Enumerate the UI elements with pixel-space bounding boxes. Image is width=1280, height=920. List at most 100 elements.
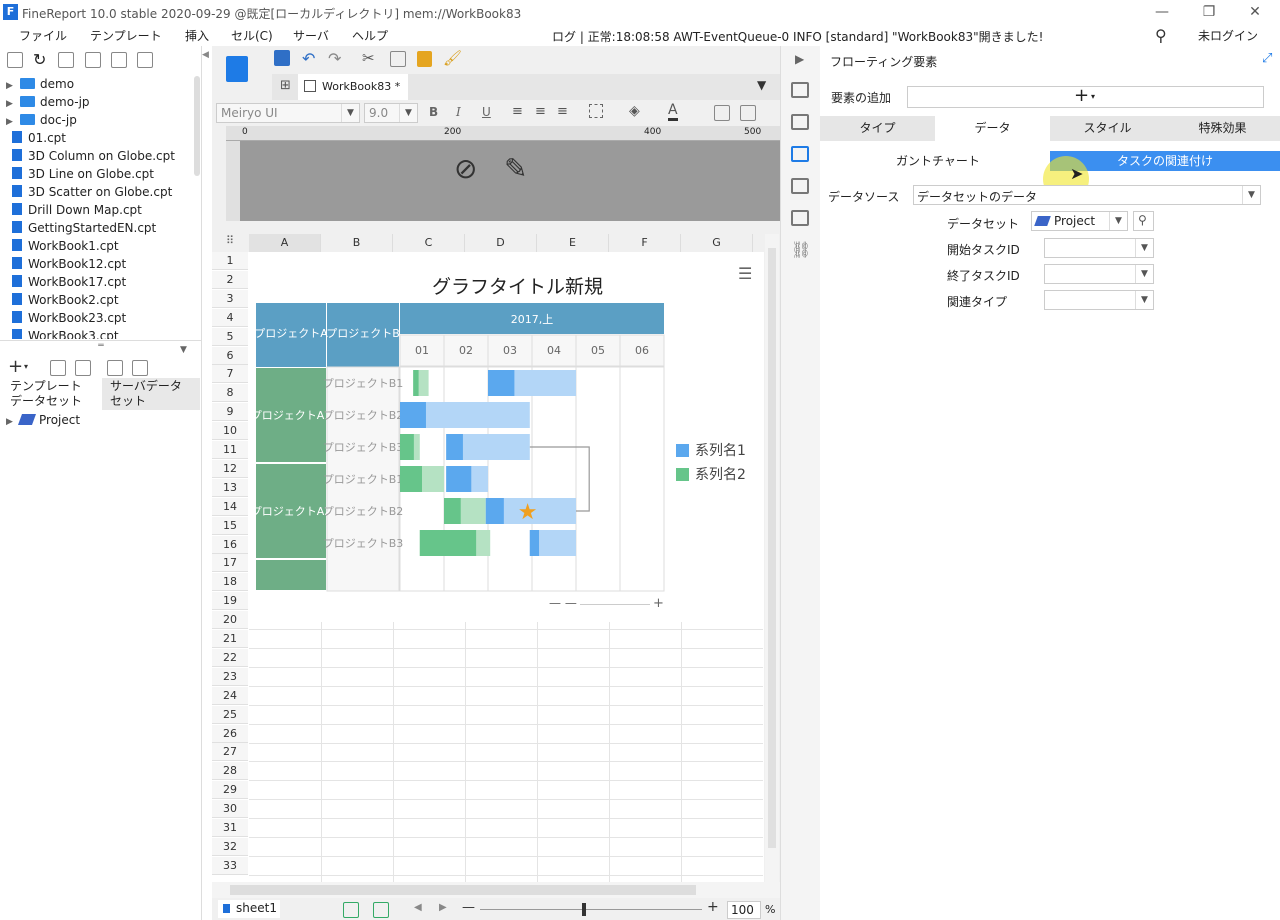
align-center-icon[interactable]: ≡ — [535, 104, 546, 119]
undo-icon[interactable]: ↶ — [302, 49, 315, 68]
font-color-icon[interactable]: A — [668, 102, 678, 121]
tree-file[interactable]: 3D Column on Globe.cpt — [6, 147, 175, 165]
column-header[interactable]: F — [609, 234, 681, 252]
prev-sheet-icon[interactable]: ◀ — [414, 902, 422, 913]
relation-type-select[interactable]: ▼ — [1044, 290, 1154, 310]
zoom-plus-icon[interactable]: + — [707, 899, 719, 915]
align-right-icon[interactable]: ≡ — [557, 104, 568, 119]
edit-dataset-icon[interactable] — [50, 360, 66, 376]
row-header[interactable]: 21 — [212, 630, 248, 648]
row-header[interactable]: 3 — [212, 289, 248, 308]
row-header[interactable]: 20 — [212, 611, 248, 630]
end-task-select[interactable]: ▼ — [1044, 264, 1154, 284]
row-header[interactable]: 16 — [212, 535, 248, 554]
legend-item[interactable]: 系列名2 — [676, 464, 746, 484]
redo-icon[interactable]: ↷ — [328, 49, 341, 68]
align-left-icon[interactable]: ≡ — [512, 104, 523, 119]
row-header[interactable]: 31 — [212, 819, 248, 837]
menu-insert[interactable]: 挿入 — [185, 27, 209, 44]
hyperlink-icon[interactable]: ⛓ — [791, 240, 811, 259]
fill-color-icon[interactable]: ◈ — [629, 103, 640, 119]
chart-attr-icon[interactable] — [791, 146, 809, 162]
cell-style-icon[interactable] — [791, 114, 809, 130]
cut-icon[interactable]: ✂ — [362, 49, 375, 67]
menu-help[interactable]: ヘルプ — [352, 27, 388, 44]
zoom-out-icon[interactable]: — — — [549, 596, 577, 610]
tree-file[interactable]: GettingStartedEN.cpt — [6, 219, 156, 237]
dataset-search-button[interactable]: ⚲ — [1133, 211, 1154, 231]
merge-icon[interactable] — [714, 105, 730, 121]
horizontal-scrollbar[interactable] — [212, 882, 780, 898]
start-task-select[interactable]: ▼ — [1044, 238, 1154, 258]
dataset-select[interactable]: Project ▼ — [1031, 211, 1128, 231]
row-header[interactable]: 6 — [212, 346, 248, 365]
datasource-select[interactable]: データセットのデータ ▼ — [913, 185, 1261, 205]
hidden-eye-icon[interactable]: ⊘ — [454, 152, 477, 185]
bold-button[interactable]: B — [429, 105, 438, 119]
font-size-select[interactable]: 9.0 ▼ — [364, 103, 418, 123]
chart-menu-icon[interactable]: ☰ — [738, 264, 752, 283]
new-folder-icon[interactable] — [7, 52, 23, 68]
cell-attr-icon[interactable] — [791, 82, 809, 98]
row-header[interactable]: 23 — [212, 667, 248, 686]
row-header[interactable]: 5 — [212, 327, 248, 346]
restore-button[interactable]: ❐ — [1197, 2, 1221, 22]
refresh-icon[interactable]: ↻ — [33, 50, 46, 69]
row-header[interactable]: 25 — [212, 705, 248, 724]
zoom-slider-handle[interactable] — [582, 903, 586, 916]
collapse-left-icon[interactable]: ◀ — [202, 50, 212, 66]
row-header[interactable]: 13 — [212, 478, 248, 497]
row-header[interactable]: 15 — [212, 516, 248, 535]
tree-file[interactable]: WorkBook12.cpt — [6, 255, 126, 273]
tab-server-dataset[interactable]: サーバデータ セット — [102, 378, 200, 410]
collapse-icon[interactable]: ▼ — [180, 345, 187, 355]
tab-type[interactable]: タイプ — [820, 116, 935, 141]
chevron-down-icon[interactable]: ▾ — [24, 362, 28, 371]
row-header[interactable]: 18 — [212, 573, 248, 592]
column-header[interactable]: C — [393, 234, 465, 252]
zoom-input[interactable]: 100 — [727, 901, 761, 919]
next-sheet-icon[interactable]: ▶ — [439, 902, 447, 913]
chart-zoom-track[interactable] — [580, 604, 650, 605]
row-header[interactable]: 27 — [212, 743, 248, 762]
row-header[interactable]: 12 — [212, 459, 248, 478]
font-family-select[interactable]: Meiryo UI ▼ — [216, 103, 360, 123]
row-header[interactable]: 11 — [212, 441, 248, 459]
menu-server[interactable]: サーバ — [293, 27, 329, 44]
row-header[interactable]: 8 — [212, 384, 248, 403]
zoom-slider-track[interactable] — [480, 909, 702, 910]
pin-icon[interactable]: ⤢ — [1262, 51, 1272, 66]
tree-file[interactable]: WorkBook1.cpt — [6, 237, 119, 255]
add-sheet-icon[interactable] — [343, 902, 359, 918]
condition-icon[interactable] — [791, 210, 809, 226]
splitter[interactable]: ═ — [0, 340, 202, 358]
dataset-item[interactable]: ▶ Project — [6, 411, 80, 429]
tree-file[interactable]: WorkBook17.cpt — [6, 273, 126, 291]
menu-file[interactable]: ファイル — [19, 27, 67, 44]
tab-menu-icon[interactable]: ▼ — [757, 78, 766, 92]
delete-dataset-icon[interactable] — [75, 360, 91, 376]
paste-icon[interactable] — [417, 51, 432, 67]
zoom-in-icon[interactable]: + — [653, 596, 664, 611]
tab-special[interactable]: 特殊効果 — [1165, 116, 1280, 141]
tree-scrollbar[interactable] — [194, 76, 200, 176]
row-header[interactable]: 9 — [212, 403, 248, 422]
row-header[interactable]: 24 — [212, 686, 248, 705]
row-header[interactable]: 29 — [212, 781, 248, 800]
column-header[interactable]: A — [249, 234, 321, 252]
column-header[interactable]: E — [537, 234, 609, 252]
format-painter-icon[interactable]: 🖌 — [443, 49, 462, 67]
unmerge-icon[interactable] — [740, 105, 756, 121]
tree-file[interactable]: Drill Down Map.cpt — [6, 201, 142, 219]
settings-icon[interactable] — [85, 52, 101, 68]
add-dataset-icon[interactable]: + — [8, 356, 23, 377]
template-type-icon[interactable] — [222, 52, 252, 92]
row-header[interactable]: 32 — [212, 837, 248, 856]
tree-file[interactable]: WorkBook2.cpt — [6, 291, 119, 309]
tree-file[interactable]: WorkBook3.cpt — [6, 327, 119, 339]
row-header[interactable]: 14 — [212, 497, 248, 516]
delete-icon[interactable] — [111, 52, 127, 68]
tab-data[interactable]: データ — [935, 116, 1050, 141]
login-link[interactable]: 未ログイン — [1198, 27, 1258, 44]
tree-file[interactable]: 3D Line on Globe.cpt — [6, 165, 154, 183]
